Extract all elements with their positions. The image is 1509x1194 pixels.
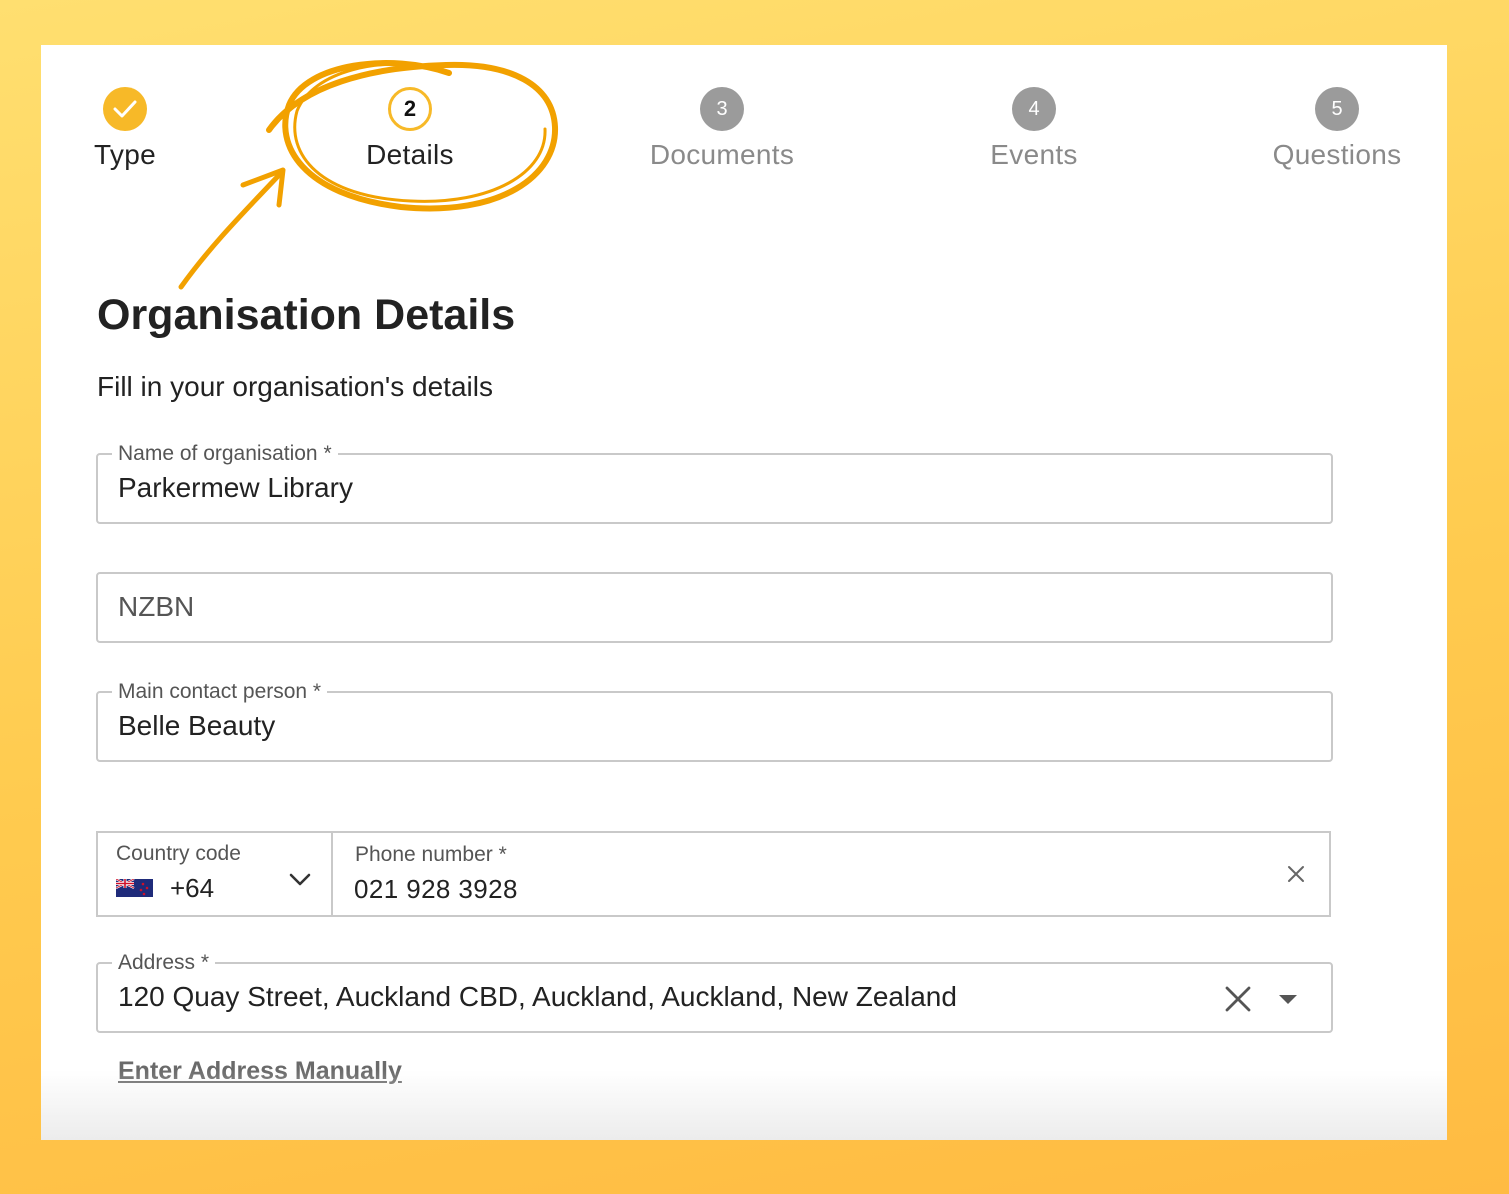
enter-address-manually-link[interactable]: Enter Address Manually [118, 1057, 402, 1086]
step-events[interactable]: 4 Events [914, 87, 1154, 171]
step-label: Type [94, 139, 156, 170]
step-number: 4 [1012, 87, 1056, 131]
phone-number-label: Phone number * [355, 843, 507, 866]
nzbn-field[interactable]: NZBN [96, 572, 1333, 643]
phone-number-value[interactable]: 021 928 3928 [354, 874, 518, 905]
nzbn-placeholder[interactable]: NZBN [118, 591, 194, 623]
step-label: Details [366, 139, 454, 170]
country-code-value: +64 [170, 873, 215, 903]
step-label: Events [990, 139, 1078, 170]
phone-field-group: Country code +64 Phone number * 021 928 … [96, 831, 1331, 917]
organisation-name-field[interactable]: Name of organisation * Parkermew Library [96, 441, 1333, 524]
contact-person-field[interactable]: Main contact person * Belle Beauty [96, 679, 1333, 762]
registration-card: Type 2 Details 3 Documents 4 Events 5 Qu… [41, 45, 1447, 1140]
organisation-name-value[interactable]: Parkermew Library [118, 472, 353, 504]
clear-phone-icon[interactable] [1285, 863, 1307, 885]
organisation-name-label: Name of organisation * [112, 441, 338, 467]
step-number: 2 [388, 87, 432, 131]
step-questions[interactable]: 5 Questions [1217, 87, 1447, 171]
new-zealand-flag-icon [116, 879, 153, 897]
address-label: Address * [112, 950, 216, 976]
clear-address-icon[interactable] [1223, 984, 1253, 1014]
step-completed-check-icon [103, 87, 147, 131]
step-details[interactable]: 2 Details [290, 87, 530, 171]
address-field[interactable]: Address * 120 Quay Street, Auckland CBD,… [96, 950, 1333, 1033]
country-code-select[interactable]: Country code +64 [98, 833, 333, 915]
step-number: 3 [700, 87, 744, 131]
step-label: Questions [1272, 139, 1402, 170]
page-title: Organisation Details [97, 291, 516, 339]
country-code-label: Country code [116, 842, 241, 865]
step-label: Documents [649, 139, 795, 170]
contact-person-label: Main contact person * [112, 679, 328, 705]
step-type[interactable]: Type [41, 87, 245, 171]
step-documents[interactable]: 3 Documents [602, 87, 842, 171]
phone-number-field[interactable]: Phone number * 021 928 3928 [333, 833, 1329, 915]
contact-person-value[interactable]: Belle Beauty [118, 710, 275, 742]
page-subtitle: Fill in your organisation's details [97, 371, 493, 402]
step-number: 5 [1315, 87, 1359, 131]
dropdown-arrow-icon[interactable] [1273, 984, 1303, 1014]
address-value[interactable]: 120 Quay Street, Auckland CBD, Auckland,… [118, 981, 957, 1013]
chevron-down-icon[interactable] [288, 868, 312, 892]
